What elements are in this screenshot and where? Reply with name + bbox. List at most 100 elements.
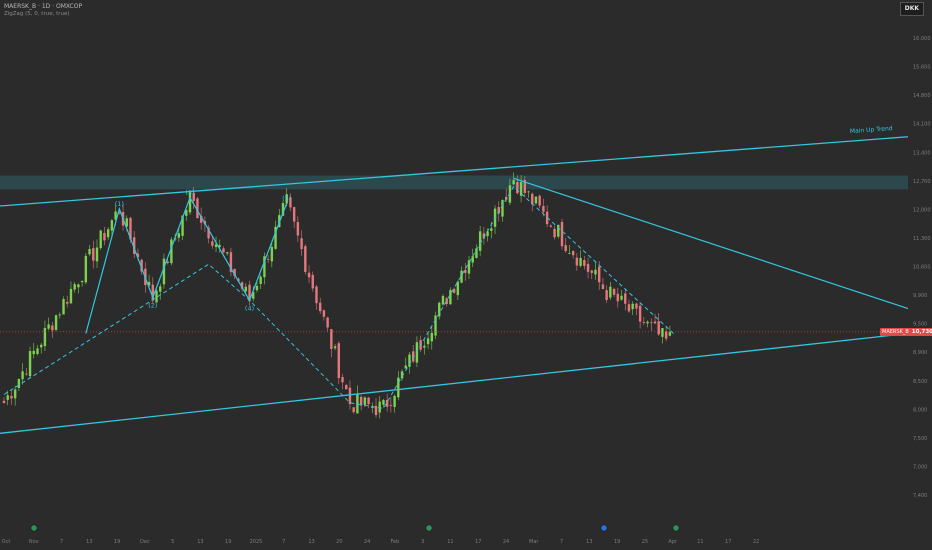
candle-body [106,229,110,238]
x-tick-label: 25 [642,539,648,545]
candle-body [95,247,99,262]
candle-body [620,295,623,300]
candle-body [627,304,631,312]
event-marker-icon [30,524,38,532]
wave-label: (1) [115,200,124,208]
candle-body [374,405,378,416]
candle-body [638,305,642,322]
candle-body [47,324,50,329]
wave-label: (3) [185,189,194,197]
y-tick-label: 16,000 [913,36,931,42]
y-tick-label: 8,900 [913,350,927,356]
candle-body [296,221,300,236]
candle-body [62,299,65,315]
candle-body [549,225,553,227]
study-line[interactable]: ZigZag (5, 0, true, true) [4,11,82,18]
resistance-zone [0,175,908,190]
candle-body [575,257,579,266]
price-tag-value: 10,730 [911,328,932,335]
y-tick-label: 12,000 [913,207,931,213]
candle-body [516,182,519,194]
candle-body [449,290,452,305]
candle-body [609,286,612,298]
candle-body [32,350,35,355]
candle-body [642,322,646,323]
candle-body [486,231,489,237]
candle-body [222,248,225,253]
y-tick-label: 7,500 [913,436,927,442]
main-up-trend-label: Main Up Trend [850,125,893,135]
candle-body [84,255,88,283]
candle-body [471,256,474,263]
candle-body [266,258,270,260]
candle-body [36,348,39,354]
y-tick-label: 7,000 [913,464,927,470]
candle-body [635,303,638,309]
candle-body [103,232,106,241]
candle-body [43,328,47,347]
candle-body [668,331,672,336]
event-marker-icon [672,524,680,532]
y-tick-label: 9,500 [913,322,927,328]
candle-body [579,258,582,266]
symbol-line[interactable]: MAERSK_B · 1D · OMXCOP [4,3,82,11]
candle-body [66,301,69,304]
candle-body [159,286,162,292]
y-tick-label: 8,500 [913,379,927,385]
y-tick-label: 12,700 [913,179,931,185]
candle-body [322,310,326,317]
wave-label: (5) [282,194,291,202]
candle-body [653,321,657,324]
currency-button[interactable]: DKK [899,2,924,16]
candle-body [80,280,84,283]
candle-body [304,246,307,272]
y-tick-label: 7,400 [913,493,927,499]
x-tick-label: 13 [308,539,314,545]
candle-body [378,401,381,413]
x-tick-label: 24 [503,539,509,545]
candle-body [73,284,76,290]
candle-body [571,250,575,256]
candle-body [612,288,616,295]
candle-body [99,230,102,249]
wave-label: (2) [148,301,157,309]
candle-body [624,293,627,304]
candle-body [542,206,545,212]
price-chart[interactable]: Main Up Trend (1) (2) (3) (4) (5) 16,000 15,60… [0,0,932,550]
x-tick-label: 2025 [250,539,263,545]
candle-body [441,295,445,305]
candle-body [467,260,471,274]
candle-body [646,321,649,324]
event-marker-icon [600,524,608,532]
main-up-trendline [0,136,909,207]
label-layer: Main Up Trend (1) (2) (3) (4) (5) [115,125,893,312]
candle-body [54,315,58,330]
candle-body [661,328,664,337]
event-marker-icon [425,524,433,532]
candle-body [605,290,608,300]
candle-body [341,377,344,383]
x-tick-label: 13 [197,539,203,545]
candle-body [21,371,24,380]
candle-body [211,241,214,246]
candle-body [2,400,6,404]
x-tick-label: 7 [60,539,63,545]
candle-body [564,245,567,252]
candle-body [333,346,337,349]
x-tick-label: 19 [225,539,231,545]
x-tick-label: 17 [725,539,731,545]
resistance-zone-layer [0,175,908,190]
candle-body [51,325,54,331]
candle-body [88,248,91,255]
candle-body [664,331,668,339]
candle-body [586,263,590,272]
x-tick-label: 3 [421,539,424,545]
chart-header: MAERSK_B · 1D · OMXCOP ZigZag (5, 0, tru… [4,3,82,18]
candle-body [371,407,374,408]
candle-body [110,220,114,231]
y-tick-label: 10,600 [913,265,931,271]
candle-body [270,246,274,262]
candle-body [326,317,329,328]
candle-body [583,260,586,266]
candle-body [40,344,43,348]
